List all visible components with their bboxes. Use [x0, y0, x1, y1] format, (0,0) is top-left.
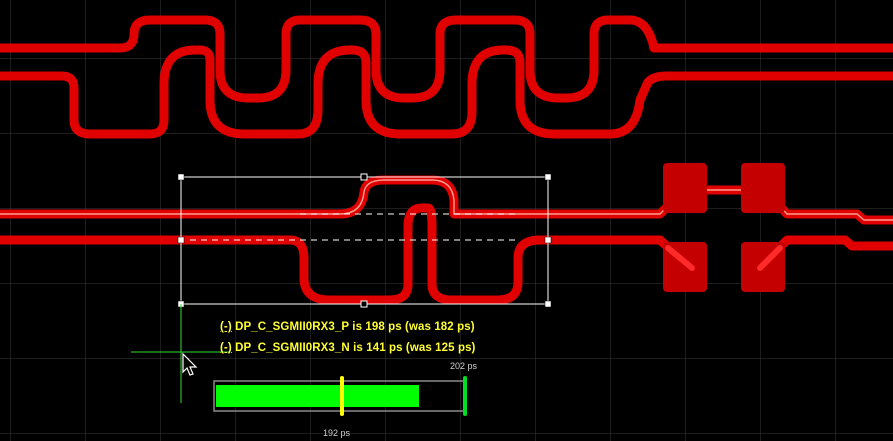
handle-bottom-right[interactable] [544, 300, 552, 308]
net-n-text: DP_C_SGMII0RX3_N is 141 ps (was 125 ps) [231, 342, 476, 354]
handle-top-right[interactable] [544, 173, 552, 181]
handle-middle-left[interactable] [177, 236, 185, 244]
pad-top-left[interactable] [663, 163, 707, 213]
gauge-fill-bar [216, 385, 419, 407]
net-p-prefix: (-) [220, 321, 232, 333]
net-p-text: DP_C_SGMII0RX3_P is 198 ps (was 182 ps) [231, 321, 475, 333]
pcb-canvas[interactable]: (-) DP_C_SGMII0RX3_P is 198 ps (was 182 … [0, 0, 893, 441]
gauge-current-label: 192 ps [323, 428, 351, 438]
net-n-prefix: (-) [220, 342, 232, 354]
gauge-target-marker [340, 376, 344, 416]
pcb-board[interactable] [0, 0, 893, 441]
handle-top-left[interactable] [177, 173, 185, 181]
handle-middle-right[interactable] [544, 236, 552, 244]
net-p-length-readout: (-) DP_C_SGMII0RX3_P is 198 ps (was 182 … [220, 321, 475, 333]
gauge-max-label: 202 ps [450, 361, 478, 371]
handle-bottom-center[interactable] [360, 300, 368, 308]
handle-top-center[interactable] [360, 173, 368, 181]
net-n-length-readout: (-) DP_C_SGMII0RX3_N is 141 ps (was 125 … [220, 342, 476, 354]
grid-background [0, 0, 893, 441]
pad-top-right[interactable] [741, 163, 785, 213]
gauge-max-marker [463, 376, 467, 416]
